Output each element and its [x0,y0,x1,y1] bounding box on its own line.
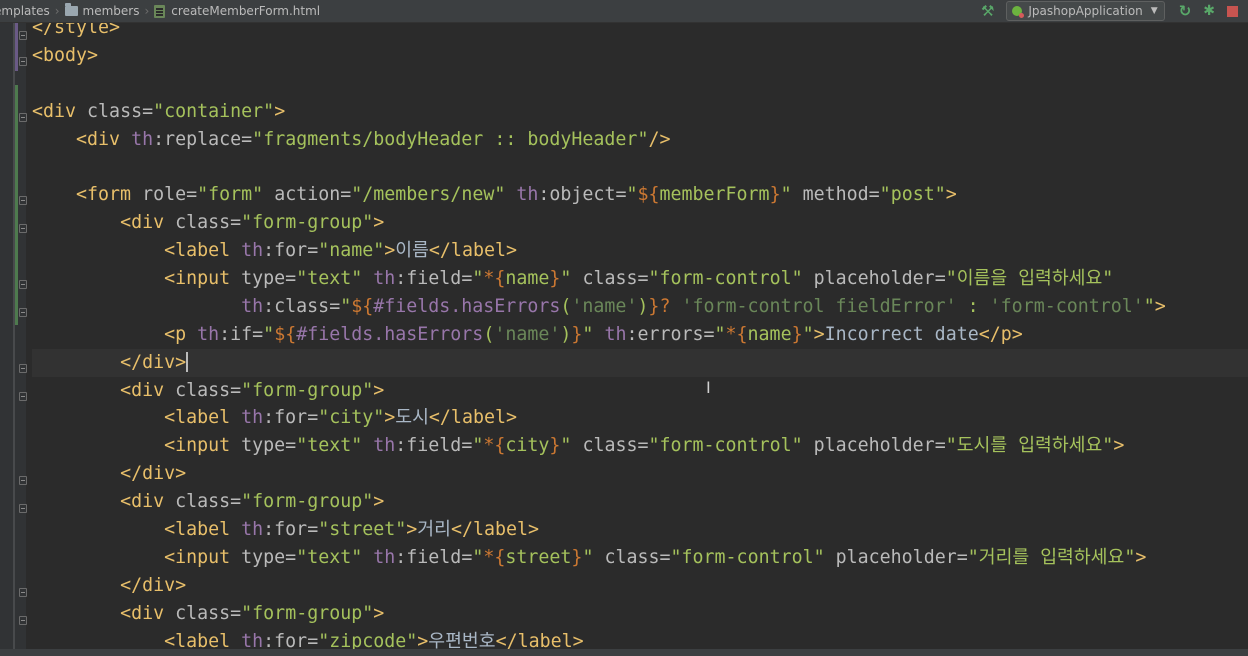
fold-icon[interactable] [19,113,27,122]
fold-icon[interactable] [19,504,27,513]
breadcrumb-label: createMemberForm.html [171,4,321,18]
hammer-icon[interactable]: ⚒ [981,0,994,22]
fold-icon[interactable] [19,31,27,40]
code-line[interactable]: <div class="form-group"> [32,600,1248,628]
fold-icon[interactable] [19,57,27,66]
code-line[interactable]: <body> [32,42,1248,70]
run-configuration-dropdown[interactable]: JpashopApplication ▼ [1006,1,1165,21]
code-line[interactable]: </div> [32,572,1248,600]
chevron-down-icon: ▼ [1150,6,1158,16]
rerun-icon[interactable]: ↻ [1179,2,1192,20]
code-line[interactable]: <input type="text" th:field="*{city}" cl… [32,432,1248,460]
fold-icon[interactable] [19,476,27,485]
code-line[interactable]: <label th:for="street">거리</label> [32,516,1248,544]
breadcrumb-label: emplates [0,4,50,18]
run-configuration-label: JpashopApplication [1028,4,1143,18]
code-line[interactable]: <input type="text" th:field="*{street}" … [32,544,1248,572]
navigation-bar: emplates › members › createMemberForm.ht… [0,0,1248,23]
breadcrumb-item-members[interactable]: members [64,3,140,18]
code-line[interactable] [32,70,1248,98]
code-line[interactable]: <div th:replace="fragments/bodyHeader ::… [32,126,1248,154]
breadcrumb-item-file[interactable]: createMemberForm.html [154,4,320,18]
code-line[interactable]: <p th:if="${#fields.hasErrors('name')}" … [32,321,1248,349]
code-line[interactable]: </style> [32,23,1248,42]
code-content[interactable]: </style> <body> <div class="container"> <… [32,23,1248,655]
breadcrumb: emplates › members › createMemberForm.ht… [0,3,320,18]
fold-icon[interactable] [19,616,27,625]
code-line[interactable]: <label th:for="city">도시</label> [32,404,1248,432]
html-file-icon [154,4,166,18]
code-line[interactable]: <form role="form" action="/members/new" … [32,181,1248,209]
code-line[interactable]: <label th:for="name">이름</label> [32,237,1248,265]
fold-icon[interactable] [19,588,27,597]
breadcrumb-item-templates[interactable]: emplates [0,4,50,18]
editor-bottom-edge [0,649,1248,656]
code-line[interactable] [32,153,1248,181]
code-line[interactable]: th:class="${#fields.hasErrors('name')}? … [32,293,1248,321]
code-line[interactable]: <input type="text" th:field="*{name}" cl… [32,265,1248,293]
fold-icon[interactable] [19,392,27,401]
debug-bug-icon[interactable]: ✱ [1203,3,1215,19]
code-line[interactable]: <div class="form-group"> [32,488,1248,516]
spring-boot-icon [1012,6,1025,18]
code-line[interactable]: <div class="container"> [32,98,1248,126]
code-line[interactable]: </div> [32,460,1248,488]
fold-icon[interactable] [19,224,27,233]
fold-icon[interactable] [19,364,27,373]
code-line[interactable]: <div class="form-group"> [32,209,1248,237]
code-editor[interactable]: </style> <body> <div class="container"> <… [0,23,1248,656]
fold-icon[interactable] [19,280,27,289]
editor-gutter[interactable] [0,23,27,656]
code-line[interactable]: </div> [32,348,1248,377]
run-toolbar: ⚒ JpashopApplication ▼ ↻ ✱ [981,0,1248,22]
breadcrumb-separator: › [54,4,60,18]
fold-icon[interactable] [19,308,27,317]
stop-icon[interactable] [1227,5,1238,17]
breadcrumb-separator: › [144,4,150,18]
text-cursor-icon: I [706,378,711,397]
text-caret [186,351,189,372]
breadcrumb-label: members [82,4,140,18]
fold-icon[interactable] [19,196,27,205]
code-line[interactable]: <div class="form-group"> [32,377,1248,405]
vcs-change-marker [15,85,18,325]
folder-icon [64,3,78,16]
vcs-change-marker [15,23,18,71]
